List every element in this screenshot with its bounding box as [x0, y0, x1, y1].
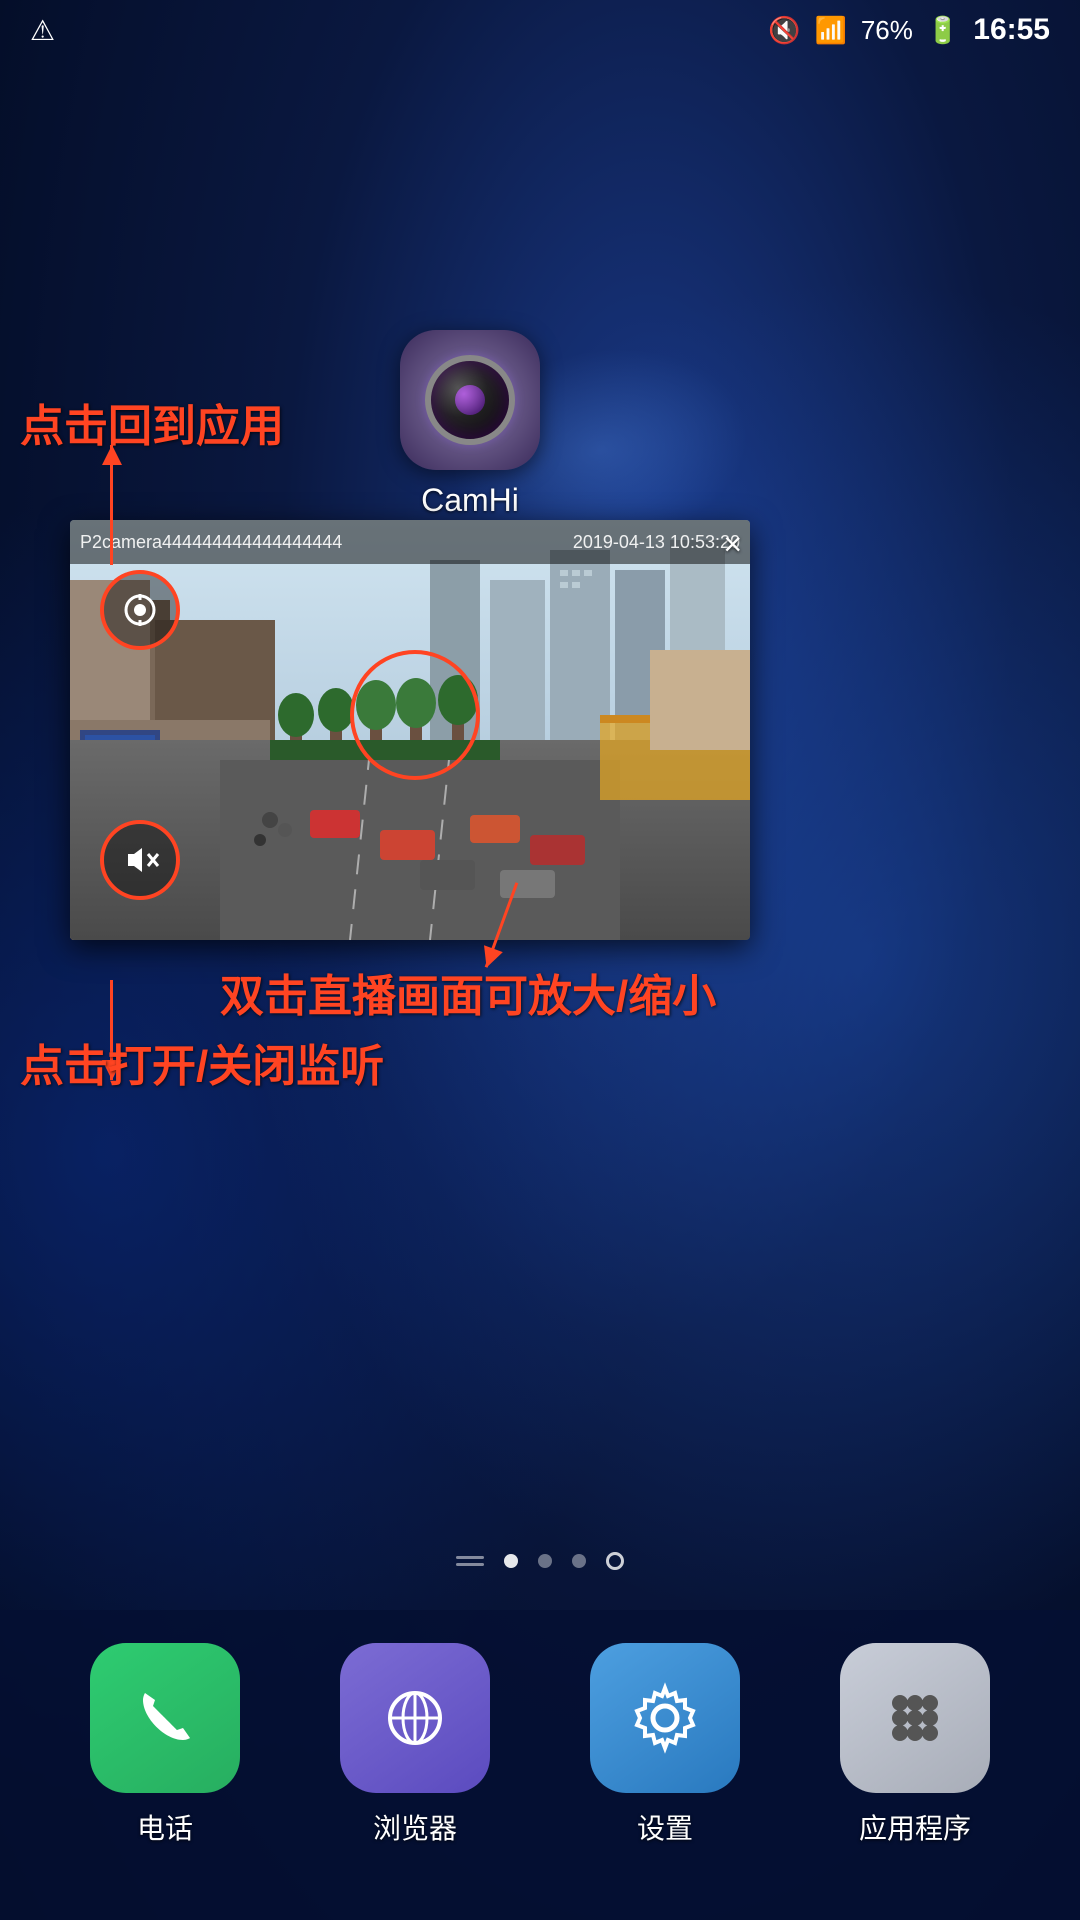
dock-icon-browser [340, 1643, 490, 1793]
video-content: P2camera444444444444444444 2019-04-13 10… [70, 520, 750, 940]
dock-icon-settings [590, 1643, 740, 1793]
annotation-return-text: 点击回到应用 [20, 390, 284, 454]
dock-icon-apps [840, 1643, 990, 1793]
dock-item-browser[interactable]: 浏览器 [340, 1643, 490, 1847]
video-camera-button[interactable] [100, 570, 180, 650]
video-close-button[interactable]: × [723, 526, 742, 563]
annotation-audio-text: 点击打开/关闭监听 [20, 1030, 384, 1094]
status-left: ⚠ [30, 14, 55, 47]
page-dot-ring[interactable] [606, 1552, 624, 1570]
arrow-up [110, 445, 113, 565]
wifi-icon: 📶 [814, 15, 846, 46]
page-dot-2[interactable] [538, 1554, 552, 1568]
dot-line-2 [456, 1563, 484, 1566]
page-dot-lines [456, 1556, 484, 1566]
dock-item-phone[interactable]: 电话 [90, 1643, 240, 1847]
battery-icon: 🔋 [927, 15, 959, 46]
mute-icon: 🔇 [768, 15, 800, 46]
camhi-lens [425, 355, 515, 445]
video-audio-button[interactable] [100, 820, 180, 900]
video-camera-name: P2camera444444444444444444 [80, 532, 342, 553]
annotation-doubletap-text: 双击直播画面可放大/缩小 [220, 960, 716, 1024]
warning-icon: ⚠ [30, 14, 55, 47]
dot-line-1 [456, 1556, 484, 1559]
camhi-label: CamHi [421, 482, 519, 519]
camhi-icon-image[interactable] [400, 330, 540, 470]
status-time: 16:55 [973, 13, 1050, 47]
dock-icon-phone [90, 1643, 240, 1793]
dock-item-apps[interactable]: 应用程序 [840, 1643, 990, 1847]
dock-item-settings[interactable]: 设置 [590, 1643, 740, 1847]
battery-level: 76% [861, 15, 913, 46]
video-preview-card[interactable]: P2camera444444444444444444 2019-04-13 10… [70, 520, 750, 940]
status-right: 🔇 📶 76% 🔋 16:55 [768, 13, 1050, 47]
dock-label-apps: 应用程序 [859, 1807, 971, 1847]
page-dot-1[interactable] [504, 1554, 518, 1568]
dock-label-phone: 电话 [137, 1807, 193, 1847]
video-top-bar: P2camera444444444444444444 2019-04-13 10… [70, 520, 750, 564]
camhi-app-icon[interactable]: CamHi [400, 330, 540, 519]
video-timestamp: 2019-04-13 10:53:20 [573, 532, 740, 553]
status-bar: ⚠ 🔇 📶 76% 🔋 16:55 [0, 0, 1080, 60]
dock-label-browser: 浏览器 [373, 1807, 457, 1847]
bottom-dock: 电话 浏览器 设置 [0, 1610, 1080, 1920]
page-indicators [0, 1552, 1080, 1570]
dock-label-settings: 设置 [637, 1807, 693, 1847]
page-dot-3[interactable] [572, 1554, 586, 1568]
